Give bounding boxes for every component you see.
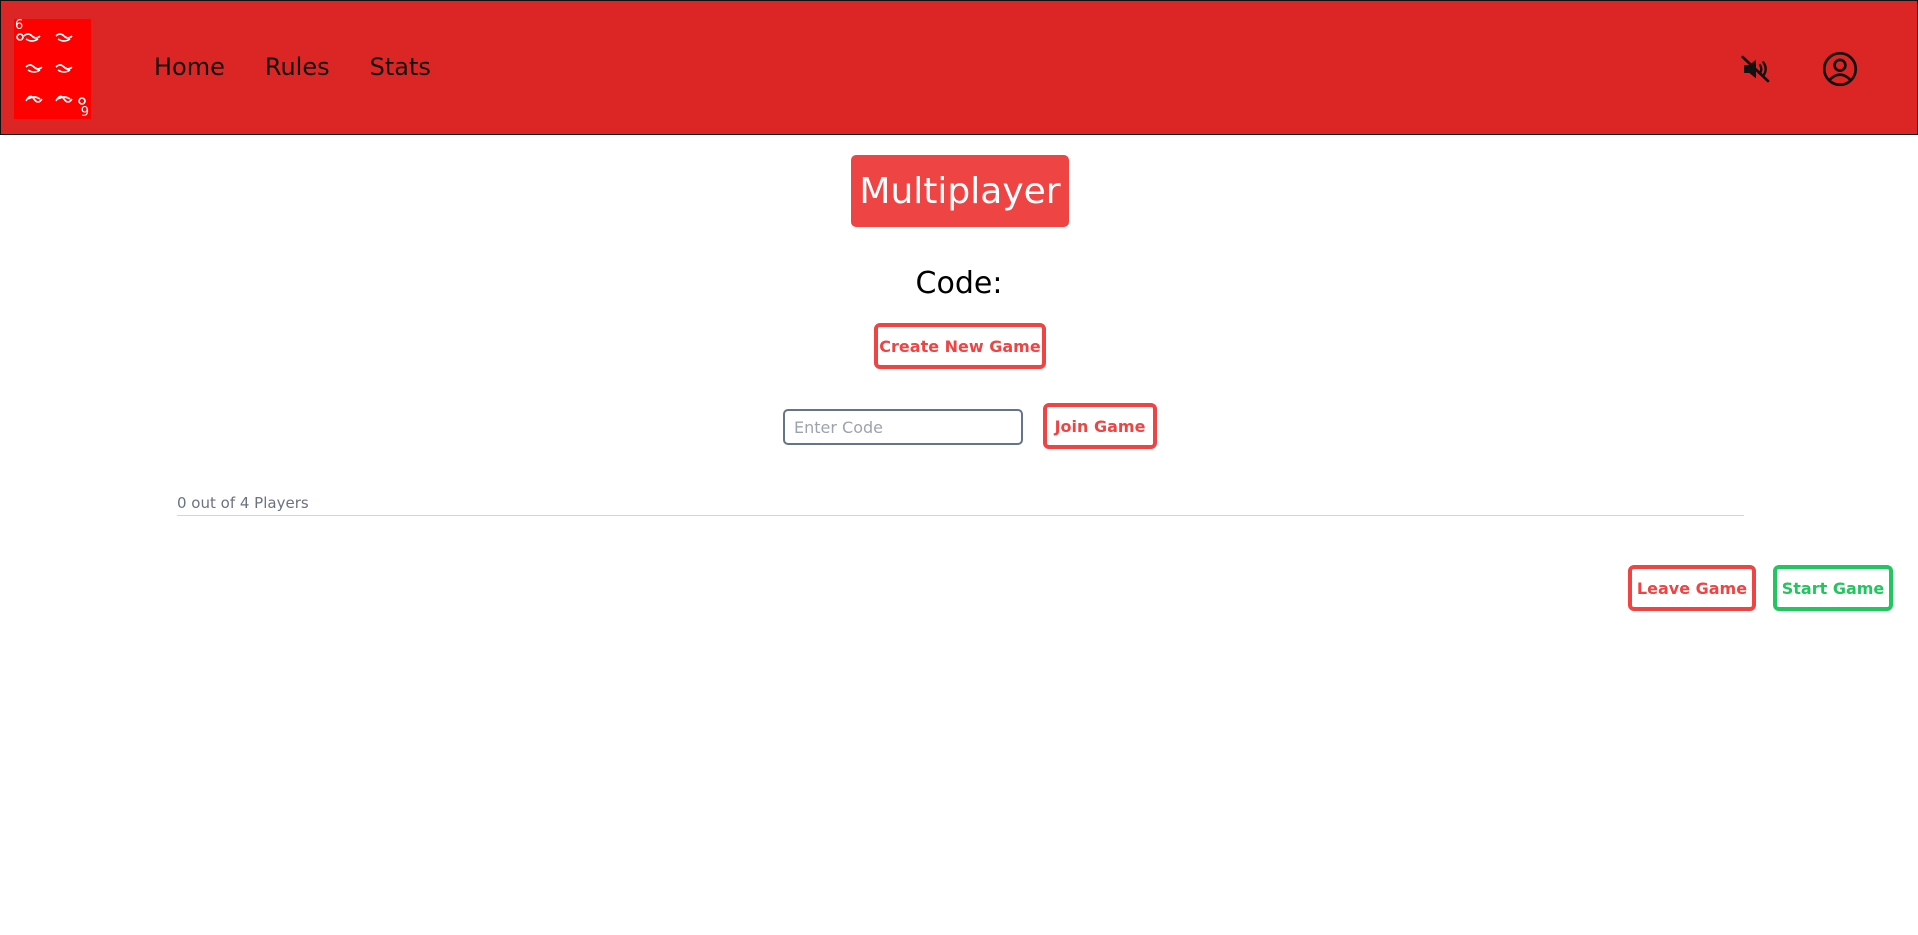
nav-home-link[interactable]: Home [154,53,225,81]
nav-links: Home Rules Stats [154,53,431,81]
players-count: 0 out of 4 Players [177,494,309,512]
page-title: Multiplayer [851,155,1069,227]
leave-game-button[interactable]: Leave Game [1628,565,1756,611]
user-circle-icon [1822,51,1858,87]
nav-stats-link[interactable]: Stats [370,53,431,81]
game-code-input[interactable] [783,409,1023,445]
game-code-label: Code: [915,266,1003,301]
navbar: 6 9 Home Rules Stats [0,0,1918,135]
players-divider [177,515,1744,516]
app-logo[interactable]: 6 9 [14,19,91,119]
join-game-button[interactable]: Join Game [1043,403,1157,449]
volume-muted-icon [1741,55,1770,83]
create-new-game-button[interactable]: Create New Game [874,323,1046,369]
logo-corner-bottom: 9 [80,105,89,119]
dice-card-logo-icon [16,33,86,105]
nav-rules-link[interactable]: Rules [265,53,330,81]
mute-button[interactable] [1736,49,1776,89]
start-game-button[interactable]: Start Game [1773,565,1893,611]
user-account-button[interactable] [1820,49,1860,89]
